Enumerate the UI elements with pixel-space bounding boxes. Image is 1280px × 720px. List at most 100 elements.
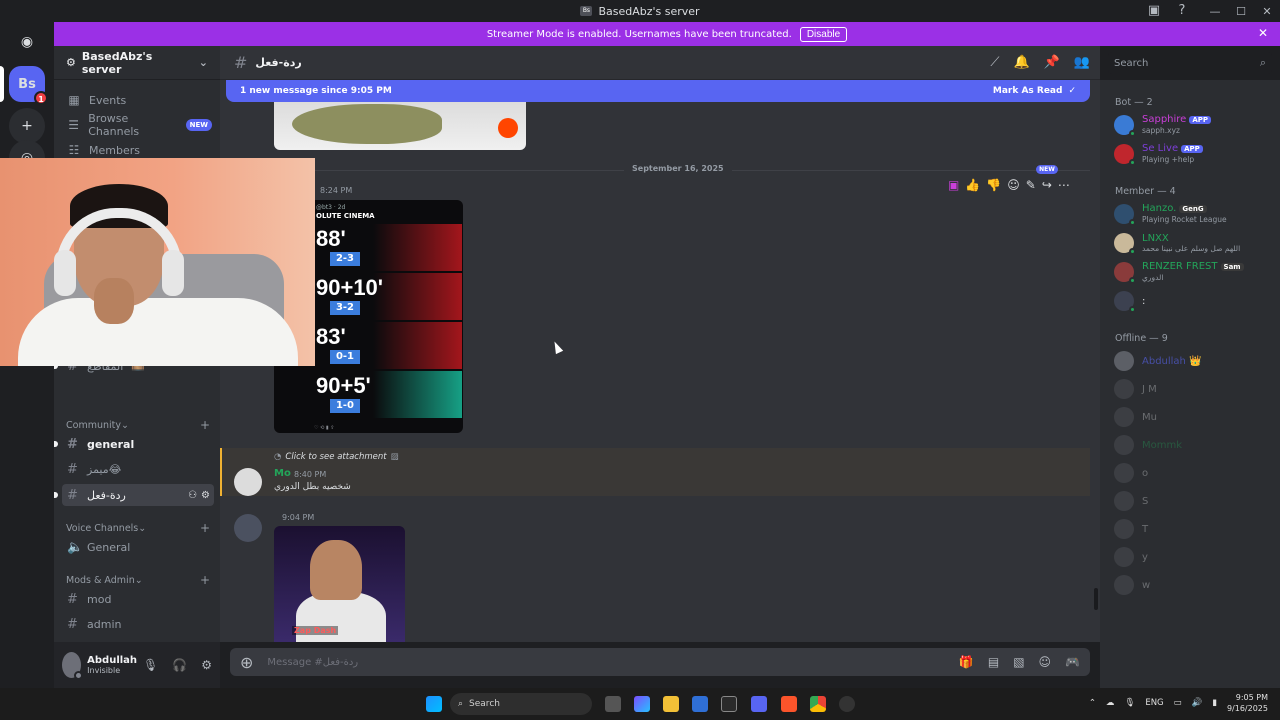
reply-reference[interactable]: ◔ Click to see attachment ▨ bbox=[274, 452, 399, 462]
channel-admin[interactable]: # admin bbox=[62, 613, 214, 635]
file-explorer-icon[interactable] bbox=[663, 696, 679, 712]
channel-memes[interactable]: # ميمز😂 bbox=[62, 458, 214, 480]
reaction-1-icon[interactable]: ▣ bbox=[948, 178, 959, 192]
edit-icon[interactable]: ✎ bbox=[1026, 178, 1036, 192]
cloud-icon[interactable]: ☁ bbox=[1106, 698, 1115, 708]
message-composer[interactable]: ⊕ Message #ردة-فعل 🎁 ▤ ▧ ☺ 🎮 bbox=[230, 648, 1090, 676]
apps-icon[interactable]: 🎮 bbox=[1065, 655, 1080, 669]
add-member-icon[interactable]: ⚇ bbox=[188, 490, 197, 501]
member-item[interactable]: Mu bbox=[1114, 403, 1274, 431]
maximize-button[interactable]: ☐ bbox=[1228, 5, 1254, 18]
channel-reaction[interactable]: # ردة-فعل ⚇ ⚙ bbox=[54, 484, 214, 506]
server-icon-bs[interactable]: Bs 1 bbox=[9, 66, 48, 105]
thumbs-up-icon[interactable]: 👍 bbox=[965, 178, 980, 192]
search-input[interactable]: Search ⌕ bbox=[1108, 52, 1272, 74]
mark-as-read-button[interactable]: Mark As Read ✓ bbox=[993, 86, 1076, 96]
member-item[interactable]: Se Live APP Playing +help bbox=[1114, 140, 1274, 168]
gift-icon[interactable]: 🎁 bbox=[959, 655, 974, 669]
add-channel-icon[interactable]: + bbox=[200, 573, 210, 587]
member-item[interactable]: y bbox=[1114, 543, 1274, 571]
add-attachment-icon[interactable]: ⊕ bbox=[240, 653, 253, 672]
member-category: Member — 4 bbox=[1115, 186, 1176, 197]
bell-icon[interactable]: 🔔 bbox=[1013, 55, 1029, 70]
language-indicator[interactable]: ENG bbox=[1145, 698, 1163, 708]
inbox-icon[interactable]: ▣ bbox=[1146, 3, 1162, 19]
clock[interactable]: 9:05 PM 9/16/2025 bbox=[1227, 692, 1268, 714]
disable-streamer-mode-button[interactable]: Disable bbox=[799, 26, 848, 42]
close-icon[interactable]: ✕ bbox=[1258, 26, 1268, 40]
microphone-icon[interactable]: 🎙 bbox=[1125, 698, 1136, 708]
member-name: S bbox=[1142, 495, 1149, 507]
store-icon[interactable] bbox=[692, 696, 708, 712]
gif-icon[interactable]: ▤ bbox=[988, 655, 999, 669]
avatar[interactable] bbox=[234, 468, 262, 496]
chrome-icon[interactable] bbox=[810, 696, 826, 712]
sticker-icon[interactable]: ▧ bbox=[1013, 655, 1024, 669]
score-minute: 88' bbox=[316, 226, 346, 251]
taskbar-search[interactable]: ⌕ Search bbox=[450, 693, 592, 715]
video-attachment[interactable]: Zap Dash bbox=[274, 526, 405, 642]
member-item[interactable]: Sapphire APP sapph.xyz bbox=[1114, 111, 1274, 139]
message-author[interactable]: Mo bbox=[274, 468, 291, 479]
thumbs-down-icon[interactable]: 👎 bbox=[986, 178, 1001, 192]
member-item[interactable]: J M bbox=[1114, 375, 1274, 403]
app-icon[interactable] bbox=[721, 696, 737, 712]
category-community[interactable]: Community ⌄ + bbox=[66, 418, 210, 432]
avatar[interactable] bbox=[234, 514, 262, 542]
help-icon[interactable]: ? bbox=[1174, 3, 1190, 19]
member-item[interactable]: Mommk bbox=[1114, 431, 1274, 459]
member-item[interactable]: RENZER FREST Sam الدوري bbox=[1114, 258, 1274, 286]
headphones-icon[interactable]: 🎧 bbox=[172, 658, 187, 672]
windows-start-icon[interactable] bbox=[426, 696, 442, 712]
members-icon: ☷ bbox=[68, 143, 80, 157]
discord-taskbar-icon[interactable] bbox=[751, 696, 767, 712]
channel-mod[interactable]: # mod bbox=[62, 588, 214, 610]
mark-read-label: Mark As Read bbox=[992, 86, 1063, 96]
member-list-icon[interactable]: 👥 bbox=[1074, 55, 1090, 70]
app-icon[interactable] bbox=[839, 696, 855, 712]
status-indicator bbox=[1129, 130, 1136, 137]
close-window-button[interactable]: ✕ bbox=[1254, 5, 1280, 18]
chevron-up-icon[interactable]: ⌃ bbox=[1089, 698, 1096, 708]
copilot-icon[interactable] bbox=[634, 696, 650, 712]
category-voice[interactable]: Voice Channels ⌄ + bbox=[66, 521, 210, 535]
channel-general[interactable]: # general bbox=[54, 433, 214, 455]
display-icon[interactable]: ▭ bbox=[1174, 698, 1182, 708]
member-item[interactable]: T bbox=[1114, 515, 1274, 543]
member-item[interactable]: w bbox=[1114, 571, 1274, 599]
embedded-image[interactable] bbox=[274, 102, 526, 150]
member-name: Se Live bbox=[1142, 143, 1179, 154]
more-icon[interactable]: ⋯ bbox=[1058, 178, 1070, 192]
category-mods[interactable]: Mods & Admin ⌄ + bbox=[66, 573, 210, 587]
brave-icon[interactable] bbox=[781, 696, 797, 712]
member-item[interactable]: Abdullah 👑 bbox=[1114, 347, 1274, 375]
member-item[interactable]: o bbox=[1114, 459, 1274, 487]
threads-icon[interactable]: ⟋ bbox=[990, 55, 999, 70]
member-item[interactable]: LNXX اللهم صل وسلم على نبينا محمد bbox=[1114, 229, 1274, 257]
add-reaction-icon[interactable]: ☺ bbox=[1007, 178, 1020, 192]
add-channel-icon[interactable]: + bbox=[200, 521, 210, 535]
nav-events[interactable]: ▦ Events bbox=[62, 89, 212, 111]
server-header[interactable]: ⚙ BasedAbz's server ⌄ bbox=[54, 46, 220, 80]
member-item[interactable]: Hanzo. GenG Playing Rocket League bbox=[1114, 200, 1274, 228]
gear-icon[interactable]: ⚙ bbox=[201, 490, 210, 501]
add-server-icon[interactable]: + bbox=[9, 108, 45, 144]
discord-home-icon[interactable]: ◉ bbox=[9, 24, 45, 60]
battery-icon[interactable]: ▮ bbox=[1212, 698, 1217, 708]
task-view-icon[interactable] bbox=[605, 696, 621, 712]
chat-scrollbar[interactable] bbox=[1094, 588, 1098, 610]
nav-browse-channels[interactable]: ☰ Browse Channels NEW bbox=[62, 112, 212, 138]
microphone-icon[interactable]: 🎙 bbox=[143, 658, 158, 672]
voice-channel-general[interactable]: 🔈 General bbox=[62, 536, 214, 558]
member-item[interactable]: : bbox=[1114, 287, 1274, 315]
gear-icon[interactable]: ⚙ bbox=[201, 658, 212, 672]
member-item[interactable]: S bbox=[1114, 487, 1274, 515]
pin-icon[interactable]: 📌 bbox=[1044, 55, 1060, 70]
new-messages-bar[interactable]: 1 new message since 9:05 PM Mark As Read… bbox=[226, 80, 1090, 102]
reply-icon[interactable]: ↪ bbox=[1042, 178, 1052, 192]
volume-icon[interactable]: 🔊 bbox=[1192, 698, 1203, 708]
minimize-button[interactable]: — bbox=[1202, 5, 1228, 18]
avatar[interactable] bbox=[62, 652, 84, 680]
emoji-icon[interactable]: ☺ bbox=[1039, 655, 1052, 669]
add-channel-icon[interactable]: + bbox=[200, 418, 210, 432]
